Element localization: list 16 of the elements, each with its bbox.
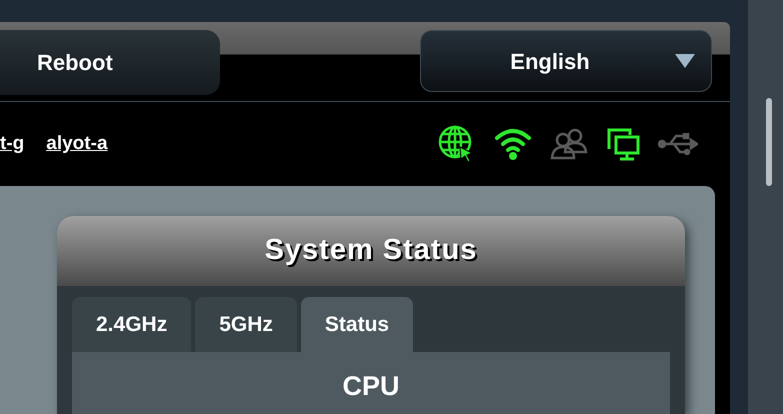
language-value: English	[509, 48, 591, 76]
monitors-icon[interactable]	[606, 127, 640, 161]
language-dropdown[interactable]: English	[420, 30, 712, 92]
tab[interactable]: 5GHz	[195, 297, 297, 352]
section-title: CPU	[342, 370, 400, 403]
users-icon[interactable]	[550, 128, 588, 160]
usb-icon[interactable]	[658, 133, 698, 155]
tab[interactable]: Status	[300, 297, 414, 352]
dropdown-arrow-icon	[675, 54, 695, 68]
nav-link[interactable]: t-g	[0, 130, 24, 158]
panel-title: System Status	[57, 216, 685, 286]
nav-link[interactable]: alyot-a	[46, 130, 108, 158]
reboot-button[interactable]: Reboot	[0, 30, 220, 95]
scrollbar-thumb[interactable]	[766, 98, 772, 186]
wifi-icon[interactable]	[494, 128, 532, 160]
tab[interactable]: 2.4GHz	[72, 297, 192, 352]
